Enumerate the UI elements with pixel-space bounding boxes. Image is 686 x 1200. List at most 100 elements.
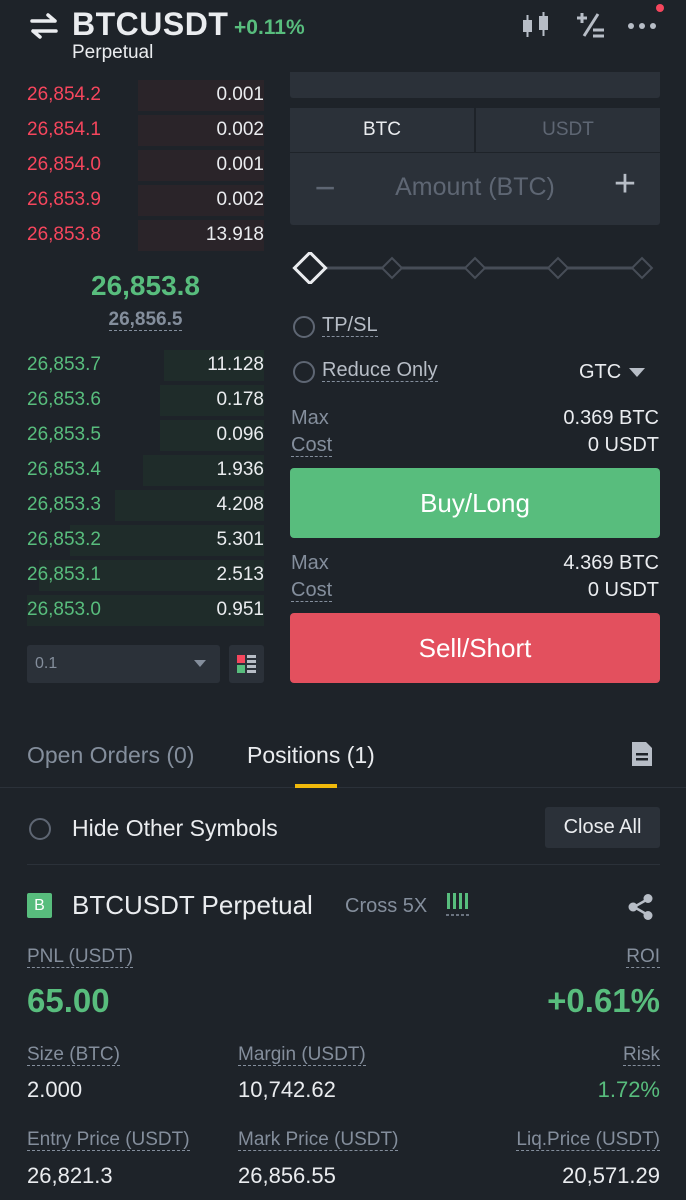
tpsl-checkbox[interactable] — [293, 316, 315, 338]
ask-qty: 0.002 — [216, 119, 264, 140]
margin-label-text: Margin (USDT) — [238, 1044, 366, 1066]
orders-tabs: Open Orders (0) Positions (1) — [0, 708, 686, 788]
ask-row[interactable]: 26,853.9 0.002 — [27, 183, 264, 218]
active-tab-indicator — [295, 784, 337, 788]
plus-icon[interactable]: + — [608, 163, 642, 206]
liq-price-label: Liq.Price (USDT) — [440, 1129, 660, 1151]
bid-price: 26,853.2 — [27, 529, 101, 550]
ask-row[interactable]: 26,853.8 13.918 — [27, 218, 264, 253]
swap-icon[interactable] — [28, 12, 60, 40]
sell-cost-label: Cost — [291, 579, 333, 602]
entry-price-label-text: Entry Price (USDT) — [27, 1129, 190, 1151]
margin-label: Margin (USDT) — [238, 1044, 366, 1066]
bid-row[interactable]: 26,853.7 11.128 — [27, 348, 264, 383]
ask-qty: 0.001 — [216, 84, 264, 105]
bid-row[interactable]: 26,853.4 1.936 — [27, 453, 264, 488]
size-label: Size (BTC) — [27, 1044, 120, 1066]
depth-precision-select[interactable]: 0.1 — [27, 645, 220, 683]
last-price[interactable]: 26,853.8 — [27, 270, 264, 302]
tab-positions[interactable]: Positions (1) — [247, 742, 375, 769]
position-symbol[interactable]: BTCUSDT Perpetual — [72, 890, 313, 921]
roi-label: ROI — [560, 946, 660, 968]
amount-slider[interactable] — [290, 252, 660, 284]
bid-qty: 0.096 — [216, 424, 264, 445]
size-value: 2.000 — [27, 1077, 83, 1102]
buy-cost-label: Cost — [291, 434, 333, 457]
calculator-icon[interactable] — [574, 10, 608, 40]
risk-value: 1.72% — [597, 1077, 660, 1102]
margin-mode[interactable]: Cross 5X — [345, 895, 427, 918]
time-in-force-select[interactable]: GTC — [579, 361, 621, 384]
hide-other-symbols-checkbox[interactable] — [29, 818, 51, 840]
risk-label: Risk — [460, 1044, 660, 1066]
bid-price: 26,853.1 — [27, 564, 101, 585]
mark-price-value: 26,856.5 — [108, 309, 183, 331]
tpsl-label: TP/SL — [322, 314, 378, 337]
bid-row[interactable]: 26,853.3 4.208 — [27, 488, 264, 523]
hide-other-symbols-label[interactable]: Hide Other Symbols — [72, 815, 278, 842]
notification-dot — [656, 4, 664, 12]
order-type-field[interactable] — [290, 72, 660, 98]
share-icon[interactable] — [627, 893, 655, 921]
bid-row[interactable]: 26,853.6 0.178 — [27, 383, 264, 418]
unit-tab-btc[interactable]: BTC — [290, 108, 474, 152]
price-change: +0.11% — [234, 16, 305, 39]
sell-max-label: Max — [291, 552, 329, 574]
chevron-down-icon[interactable] — [629, 368, 645, 377]
buy-long-button[interactable]: Buy/Long — [290, 468, 660, 538]
bid-row[interactable]: 26,853.1 2.513 — [27, 558, 264, 593]
amount-box: − + — [290, 153, 660, 225]
bid-price: 26,853.4 — [27, 459, 101, 480]
book-layout-button[interactable] — [229, 645, 264, 683]
reduce-only-text: Reduce Only — [322, 359, 438, 382]
entry-price-label: Entry Price (USDT) — [27, 1129, 190, 1151]
ask-qty: 0.001 — [216, 154, 264, 175]
mark-price-label: Mark Price (USDT) — [238, 1129, 399, 1151]
chevron-down-icon — [194, 660, 206, 667]
unit-tab-usdt[interactable]: USDT — [476, 108, 660, 152]
book-layout-icon — [237, 655, 256, 673]
ask-row[interactable]: 26,854.0 0.001 — [27, 148, 264, 183]
candlestick-icon[interactable] — [520, 10, 554, 40]
buy-cost-value: 0 USDT — [587, 434, 659, 456]
amount-input[interactable] — [360, 173, 590, 202]
buy-cost-text: Cost — [291, 434, 333, 457]
ask-qty: 0.002 — [216, 189, 264, 210]
ask-price: 26,854.1 — [27, 119, 101, 140]
sell-max-value: 4.369 BTC — [563, 552, 659, 574]
size-label-text: Size (BTC) — [27, 1044, 120, 1066]
symbol-title[interactable]: BTCUSDT — [72, 6, 228, 43]
ask-price: 26,853.8 — [27, 224, 101, 245]
pnl-label: PNL (USDT) — [27, 946, 133, 968]
bid-row[interactable]: 26,853.0 0.951 — [27, 593, 264, 628]
close-all-button[interactable]: Close All — [545, 807, 660, 848]
pnl-label-text: PNL (USDT) — [27, 946, 133, 968]
bid-price: 26,853.6 — [27, 389, 101, 410]
buy-max-label: Max — [291, 407, 329, 429]
document-icon[interactable] — [631, 741, 653, 767]
reduce-only-label: Reduce Only — [322, 359, 438, 382]
roi-value: +0.61% — [547, 982, 660, 1019]
leverage-icon[interactable] — [445, 890, 473, 918]
ask-row[interactable]: 26,854.1 0.002 — [27, 113, 264, 148]
minus-icon[interactable]: − — [310, 167, 340, 209]
buy-max-value: 0.369 BTC — [563, 407, 659, 429]
bid-row[interactable]: 26,853.5 0.096 — [27, 418, 264, 453]
mark-price-value-card: 26,856.55 — [238, 1163, 336, 1188]
bid-price: 26,853.3 — [27, 494, 101, 515]
sell-short-button[interactable]: Sell/Short — [290, 613, 660, 683]
reduce-only-checkbox[interactable] — [293, 361, 315, 383]
side-badge: B — [27, 893, 52, 918]
pnl-value: 65.00 — [27, 982, 110, 1019]
bid-price: 26,853.7 — [27, 354, 101, 375]
more-icon[interactable] — [626, 10, 660, 40]
ask-price: 26,853.9 — [27, 189, 101, 210]
margin-value: 10,742.62 — [238, 1077, 336, 1102]
entry-price-value: 26,821.3 — [27, 1163, 113, 1188]
bid-row[interactable]: 26,853.2 5.301 — [27, 523, 264, 558]
liq-price-value: 20,571.29 — [562, 1163, 660, 1188]
ask-row[interactable]: 26,854.2 0.001 — [27, 78, 264, 113]
ask-price: 26,854.2 — [27, 84, 101, 105]
depth-precision-value: 0.1 — [35, 655, 58, 672]
tab-open-orders[interactable]: Open Orders (0) — [27, 742, 194, 769]
